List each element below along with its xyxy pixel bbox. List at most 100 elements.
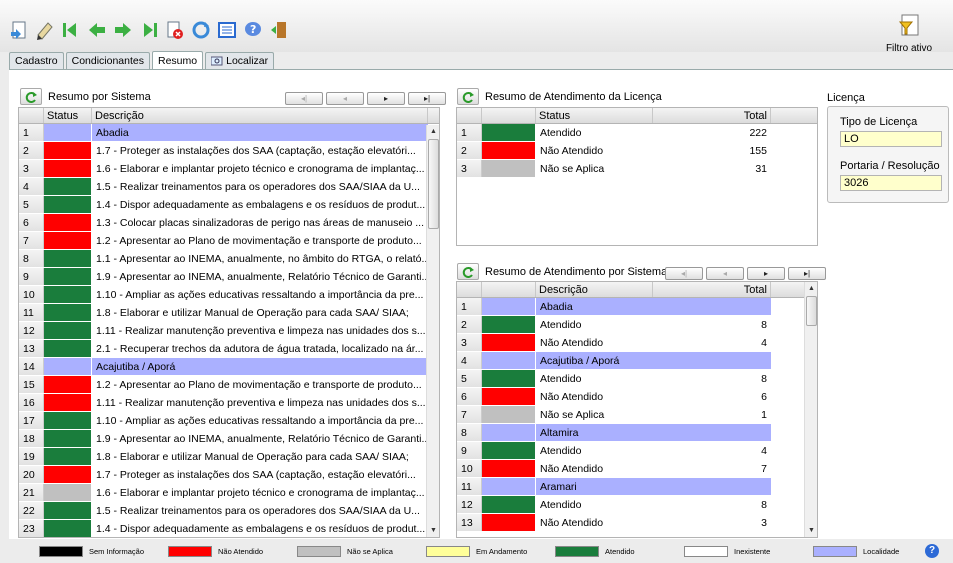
col-total[interactable]: Total (653, 282, 771, 297)
scroll-up-icon[interactable]: ▲ (427, 125, 439, 138)
localidade-row[interactable]: 11 Aramari (457, 478, 817, 496)
legend-item: Localidade (813, 545, 942, 557)
table-row[interactable]: 8 1.1 - Apresentar ao INEMA, anualmente, … (19, 250, 439, 268)
help-icon[interactable]: ? (242, 19, 264, 41)
description-cell: 1.8 - Elaborar e utilizar Manual de Oper… (96, 307, 409, 319)
table-row[interactable]: 19 1.8 - Elaborar e utilizar Manual de Op… (19, 448, 439, 466)
status-cell (482, 142, 536, 159)
last-icon[interactable] (138, 19, 160, 41)
table-row[interactable]: 2 Não Atendido 155 (457, 142, 817, 160)
tab-localizar[interactable]: Localizar (205, 52, 275, 69)
table-row[interactable]: 2 1.7 - Proteger as instalações dos SAA (… (19, 142, 439, 160)
vertical-scrollbar[interactable]: ▲ ▼ (804, 282, 817, 537)
nav-first-button[interactable]: ◂| (665, 267, 703, 280)
edit-icon[interactable] (34, 19, 56, 41)
scroll-thumb[interactable] (806, 296, 817, 326)
table-row[interactable]: 6 Não Atendido 6 (457, 388, 817, 406)
exit-icon[interactable] (268, 19, 290, 41)
refresh-button[interactable] (20, 88, 42, 105)
help-button[interactable]: ? (925, 544, 939, 558)
portaria-field[interactable]: 3026 (840, 175, 942, 191)
table-row[interactable]: 5 Atendido 8 (457, 370, 817, 388)
table-row[interactable]: 5 1.4 - Dispor adequadamente as embalagen… (19, 196, 439, 214)
refresh-icon[interactable] (190, 19, 212, 41)
nav-first-button[interactable]: ◂| (285, 92, 323, 105)
row-number: 23 (19, 520, 44, 537)
status-cell (44, 268, 92, 285)
localidade-row[interactable]: 8 Altamira (457, 424, 817, 442)
status-cell (482, 478, 536, 495)
table-row[interactable]: 20 1.7 - Proteger as instalações dos SAA … (19, 466, 439, 484)
toolbar: ? Filtro ativo (0, 0, 953, 54)
localidade-row[interactable]: 1 Abadia (457, 298, 817, 316)
table-row[interactable]: 9 Atendido 4 (457, 442, 817, 460)
scroll-up-icon[interactable]: ▲ (805, 282, 817, 295)
row-number: 12 (457, 496, 482, 513)
next-icon[interactable] (112, 19, 134, 41)
table-row[interactable]: 23 1.4 - Dispor adequadamente as embalage… (19, 520, 439, 537)
table-row[interactable]: 12 1.11 - Realizar manutenção preventiva … (19, 322, 439, 340)
table-row[interactable]: 10 Não Atendido 7 (457, 460, 817, 478)
list-icon[interactable] (216, 19, 238, 41)
scroll-down-icon[interactable]: ▼ (427, 524, 439, 537)
status-cell (482, 316, 536, 333)
tipo-licenca-field[interactable]: LO (840, 131, 942, 147)
table-row[interactable]: 16 1.11 - Realizar manutenção preventiva … (19, 394, 439, 412)
tab-cadastro[interactable]: Cadastro (9, 52, 64, 69)
table-row[interactable]: 21 1.6 - Elaborar e implantar projeto téc… (19, 484, 439, 502)
scroll-down-icon[interactable]: ▼ (805, 524, 817, 537)
row-number: 10 (19, 286, 44, 303)
col-status[interactable]: Status (536, 108, 653, 123)
col-descricao[interactable]: Descrição (536, 282, 653, 297)
table-row[interactable]: 11 1.8 - Elaborar e utilizar Manual de Op… (19, 304, 439, 322)
nav-next-button[interactable]: ▸ (367, 92, 405, 105)
nav-next-button[interactable]: ▸ (747, 267, 785, 280)
table-row[interactable]: 13 2.1 - Recuperar trechos da adutora de … (19, 340, 439, 358)
nav-last-button[interactable]: ▸| (408, 92, 446, 105)
refresh-button[interactable] (457, 88, 479, 105)
table-row[interactable]: 12 Atendido 8 (457, 496, 817, 514)
table-row[interactable]: 6 1.3 - Colocar placas sinalizadoras de p… (19, 214, 439, 232)
col-descricao[interactable]: Descrição (92, 108, 428, 123)
table-row[interactable]: 4 1.5 - Realizar treinamentos para os ope… (19, 178, 439, 196)
col-total[interactable]: Total (653, 108, 771, 123)
nav-last-button[interactable]: ▸| (788, 267, 826, 280)
description-cell: 1.7 - Proteger as instalações dos SAA (c… (96, 469, 416, 481)
filter-active-button[interactable]: Filtro ativo (879, 14, 939, 54)
table-row[interactable]: 17 1.10 - Ampliar as ações educativas res… (19, 412, 439, 430)
table-row[interactable]: 13 Não Atendido 3 (457, 514, 817, 532)
table-row[interactable]: 9 1.9 - Apresentar ao INEMA, anualmente, … (19, 268, 439, 286)
row-number: 3 (19, 160, 44, 177)
grid-header: Status Total (457, 108, 817, 124)
nav-prev-button[interactable]: ◂ (706, 267, 744, 280)
table-row[interactable]: 15 1.2 - Apresentar ao Plano de movimenta… (19, 376, 439, 394)
description-cell: Atendido (540, 499, 582, 511)
vertical-scrollbar[interactable]: ▲ ▼ (426, 125, 439, 537)
status-cell (482, 514, 536, 531)
prev-icon[interactable] (86, 19, 108, 41)
localidade-row[interactable]: 14 Acajutiba / Aporá (19, 358, 439, 376)
scroll-thumb[interactable] (428, 139, 439, 229)
table-row[interactable]: 10 1.10 - Ampliar as ações educativas res… (19, 286, 439, 304)
localidade-row[interactable]: 4 Acajutiba / Aporá (457, 352, 817, 370)
table-row[interactable]: 2 Atendido 8 (457, 316, 817, 334)
legend-swatch (168, 545, 212, 557)
delete-icon[interactable] (164, 19, 186, 41)
table-row[interactable]: 3 Não se Aplica 31 (457, 160, 817, 178)
table-row[interactable]: 3 1.6 - Elaborar e implantar projeto técn… (19, 160, 439, 178)
nav-prev-button[interactable]: ◂ (326, 92, 364, 105)
row-number: 14 (19, 358, 44, 375)
first-icon[interactable] (60, 19, 82, 41)
table-row[interactable]: 7 1.2 - Apresentar ao Plano de movimentaç… (19, 232, 439, 250)
table-row[interactable]: 22 1.5 - Realizar treinamentos para os op… (19, 502, 439, 520)
table-row[interactable]: 7 Não se Aplica 1 (457, 406, 817, 424)
new-icon[interactable] (8, 19, 30, 41)
tab-condicionantes[interactable]: Condicionantes (65, 52, 150, 69)
tab-resumo[interactable]: Resumo (152, 51, 204, 69)
table-row[interactable]: 3 Não Atendido 4 (457, 334, 817, 352)
refresh-button[interactable] (457, 263, 479, 280)
table-row[interactable]: 1 Atendido 222 (457, 124, 817, 142)
localidade-row[interactable]: 1 Abadia (19, 124, 439, 142)
col-status[interactable]: Status (44, 108, 92, 123)
table-row[interactable]: 18 1.9 - Apresentar ao INEMA, anualmente,… (19, 430, 439, 448)
